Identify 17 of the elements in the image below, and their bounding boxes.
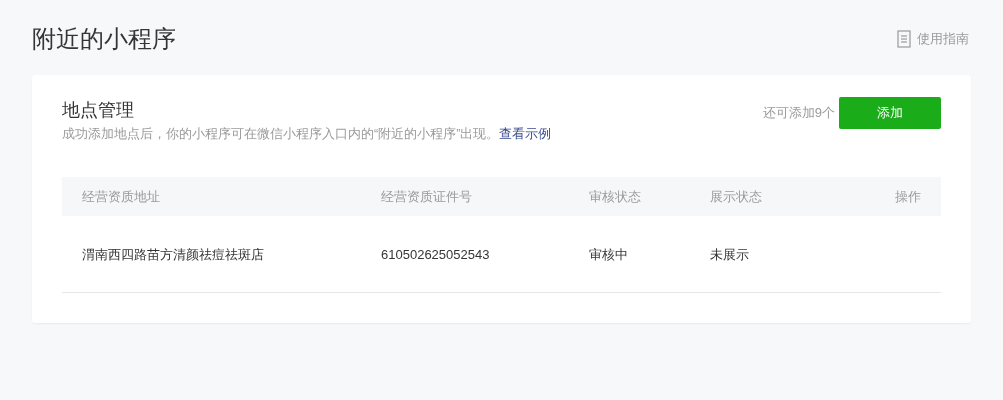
- page-title: 附近的小程序: [32, 24, 176, 54]
- table-cell: 审核中: [589, 246, 628, 262]
- document-icon: [897, 30, 911, 48]
- column-header: 审核状态: [589, 189, 641, 205]
- guide-link[interactable]: 使用指南: [897, 29, 969, 49]
- table-cell: 渭南西四路苗方清颜祛痘祛斑店: [82, 246, 264, 262]
- table-cell: 610502625052543: [381, 246, 490, 262]
- column-header: 经营资质地址: [82, 189, 160, 205]
- column-header: 操作: [895, 189, 921, 205]
- column-header: 经营资质证件号: [381, 189, 472, 205]
- description: 成功添加地点后，你的小程序可在微信小程序入口内的“附近的小程序”出现。: [62, 127, 500, 141]
- add-button[interactable]: 添加: [839, 97, 941, 129]
- remaining-count: 还可添加9个: [762, 104, 835, 123]
- example-link[interactable]: 查看示例: [499, 127, 552, 141]
- column-header: 展示状态: [710, 189, 762, 205]
- card-title: 地点管理: [62, 99, 135, 122]
- table-cell: 未展示: [710, 246, 749, 262]
